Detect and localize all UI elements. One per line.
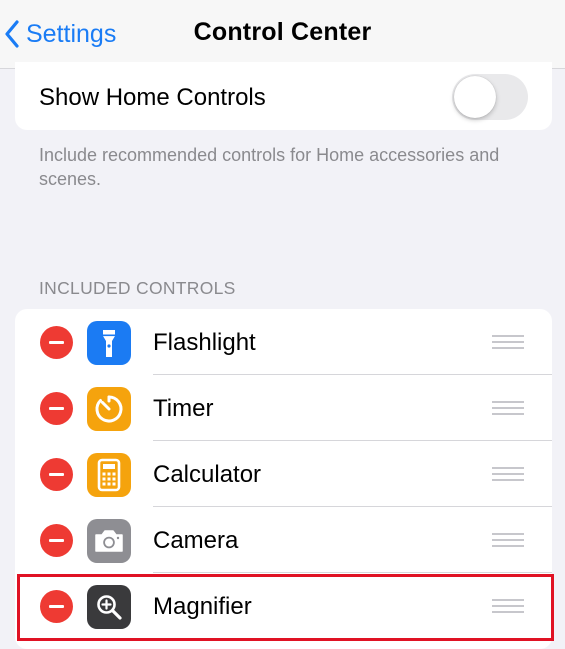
- remove-camera-button[interactable]: [40, 524, 73, 557]
- remove-timer-button[interactable]: [40, 392, 73, 425]
- show-home-controls-toggle[interactable]: [452, 74, 528, 120]
- home-controls-footnote: Include recommended controls for Home ac…: [39, 145, 500, 189]
- show-home-controls-label: Show Home Controls: [39, 84, 266, 111]
- timer-label: Timer: [153, 395, 214, 422]
- page-title: Control Center: [193, 18, 372, 46]
- flashlight-label: Flashlight: [153, 329, 256, 356]
- remove-magnifier-button[interactable]: [40, 590, 73, 623]
- list-item-magnifier: Magnifier: [15, 573, 552, 639]
- reorder-handle-icon[interactable]: [492, 335, 524, 349]
- magnifier-icon: [87, 585, 131, 629]
- list-item-camera: Camera: [15, 507, 552, 573]
- list-item-flashlight: Flashlight: [15, 309, 552, 375]
- reorder-handle-icon[interactable]: [492, 467, 524, 481]
- included-controls-header: INCLUDED CONTROLS: [39, 278, 236, 298]
- magnifier-label: Magnifier: [153, 593, 252, 620]
- toggle-knob: [454, 76, 496, 118]
- show-home-controls-cell: Show Home Controls: [15, 62, 552, 130]
- camera-icon: [87, 519, 131, 563]
- included-controls-list: Flashlight Timer Calculator Camera Magni…: [15, 309, 552, 649]
- navigation-bar: Settings Control Center: [0, 0, 565, 69]
- timer-icon: [87, 387, 131, 431]
- calculator-label: Calculator: [153, 461, 262, 488]
- list-item-timer: Timer: [15, 375, 552, 441]
- remove-calculator-button[interactable]: [40, 458, 73, 491]
- remove-flashlight-button[interactable]: [40, 326, 73, 359]
- reorder-handle-icon[interactable]: [492, 533, 524, 547]
- camera-label: Camera: [153, 527, 239, 554]
- reorder-handle-icon[interactable]: [492, 401, 524, 415]
- list-item-calculator: Calculator: [15, 441, 552, 507]
- calculator-icon: [87, 453, 131, 497]
- reorder-handle-icon[interactable]: [492, 599, 524, 613]
- flashlight-icon: [87, 321, 131, 365]
